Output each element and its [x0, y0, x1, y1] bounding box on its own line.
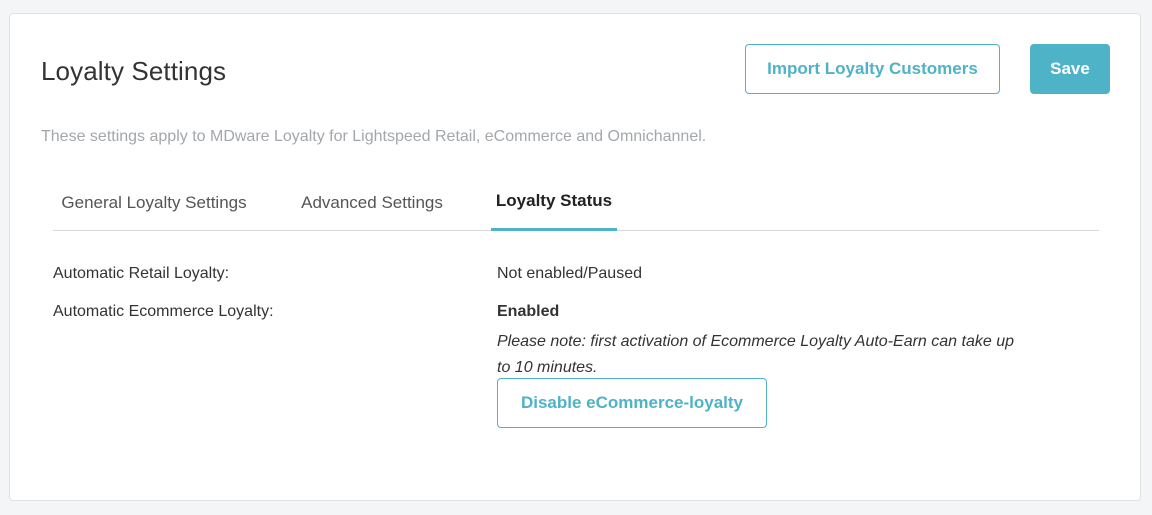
retail-loyalty-status: Not enabled/Paused: [497, 265, 642, 282]
save-button[interactable]: Save: [1030, 44, 1110, 94]
import-loyalty-customers-button[interactable]: Import Loyalty Customers: [745, 44, 1000, 94]
page-title: Loyalty Settings: [41, 56, 227, 86]
retail-loyalty-label: Automatic Retail Loyalty:: [53, 265, 230, 282]
settings-tabs: General Loyalty Settings Advanced Settin…: [53, 174, 1099, 231]
tab-general-loyalty-settings[interactable]: General Loyalty Settings: [53, 174, 255, 231]
ecommerce-activation-note: Please note: first activation of Ecommer…: [497, 333, 1014, 376]
tab-loyalty-status[interactable]: Loyalty Status: [491, 174, 617, 231]
settings-description: These settings apply to MDware Loyalty f…: [41, 128, 707, 145]
tab-advanced-settings[interactable]: Advanced Settings: [292, 174, 452, 231]
ecommerce-loyalty-status: Enabled: [497, 303, 560, 320]
loyalty-settings-card: Loyalty Settings Import Loyalty Customer…: [9, 13, 1141, 501]
disable-ecommerce-loyalty-button[interactable]: Disable eCommerce-loyalty: [497, 378, 767, 428]
ecommerce-loyalty-label: Automatic Ecommerce Loyalty:: [53, 303, 274, 320]
